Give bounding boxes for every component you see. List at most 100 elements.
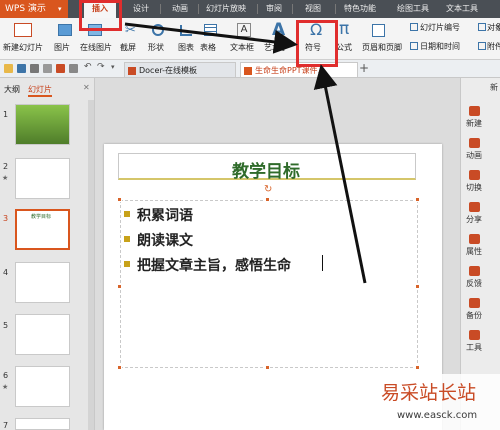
slide-thumbnail-3-selected[interactable]: 教学目标 [15,209,70,250]
new-button[interactable]: 新建 [461,106,487,129]
new-slide-icon [14,23,32,37]
bullet-item: 朗读课文 [137,233,193,249]
task-label: 分享 [466,215,482,224]
task-label: 备份 [466,311,482,320]
print-icon[interactable] [30,64,39,73]
object-button[interactable]: 对象 [487,22,500,33]
preview-icon[interactable] [43,64,52,73]
save-icon[interactable] [17,64,26,73]
slide-thumbnail-4[interactable] [15,262,70,303]
ppt-file-icon [244,67,252,75]
tab-view[interactable]: 视图 [305,0,321,18]
slide-thumbnail-7[interactable] [15,418,70,430]
task-label: 反馈 [466,279,482,288]
tab-animation[interactable]: 动画 [172,0,188,18]
tab-special-features[interactable]: 特色功能 [344,0,376,18]
attachment-button[interactable]: 附件 [487,41,500,52]
slide-thumbnail-1[interactable] [15,104,70,145]
slide-number: 4 [3,268,9,277]
watermark-url: www.easck.com [397,410,478,421]
header-footer-button[interactable]: 页眉和页脚 [362,42,402,53]
watermark-title: 易采站长站 [381,382,477,404]
bullet-icon [124,261,130,267]
animation-button[interactable]: 动画 [461,138,487,161]
formula-button[interactable]: 公式 [336,42,352,53]
tab-outline[interactable]: 大纲 [4,84,20,95]
tab-slides[interactable]: 幻灯片 [28,84,52,97]
menu-tab-bar: WPS 演示 ▾ 插入 设计 动画 幻灯片放映 审阅 视图 特色功能 绘图工具 … [0,0,500,18]
scrollbar[interactable] [88,100,94,430]
image-icon [58,24,72,36]
share-button[interactable]: 分享 [461,202,487,225]
transition-icon [468,170,480,180]
quick-access-bar: ↶ ↷ ▾ Docer-在线模板 生命生命PPT课件... + [0,60,500,78]
task-label: 新建 [466,119,482,128]
undo-icon[interactable]: ↶ [84,62,93,72]
properties-button[interactable]: 属性 [461,234,487,257]
slide-number: 6 [3,371,9,380]
task-label: 切换 [466,183,482,192]
slide-number: 7 [3,421,9,430]
content-textbox[interactable] [120,200,418,368]
feedback-button[interactable]: 反馈 [461,266,487,289]
bullet-item: 把握文章主旨，感悟生命 [137,258,291,274]
word-art-button[interactable]: 艺术字 [264,42,286,53]
slide-panel: 大纲 幻灯片 ✕ 1 2 ★ 3 教学目标 4 5 6 ★ 7 [0,78,95,430]
transition-button[interactable]: 切换 [461,170,487,193]
image-button[interactable]: 图片 [54,42,70,53]
slide-number: 5 [3,321,9,330]
rotate-handle-icon[interactable]: ↻ [264,184,272,195]
tab-drawing-tools[interactable]: 绘图工具 [397,0,429,18]
attachment-icon [478,42,486,50]
animation-icon [468,138,480,148]
screenshot-button[interactable]: 截屏 [120,42,136,53]
app-menu-chevron-down-icon[interactable]: ▾ [58,0,70,18]
add-tab-icon[interactable]: + [359,61,369,75]
feedback-icon [468,266,480,276]
doc-tab-label: 生命生命PPT课件... [255,66,326,75]
shape-button[interactable]: 形状 [148,42,164,53]
slide-thumbnail-2[interactable] [15,158,70,199]
folder-icon[interactable] [4,64,13,73]
highlight-insert-tab [79,0,122,31]
bullet-icon [124,236,130,242]
tab-text-tools[interactable]: 文本工具 [446,0,478,18]
slide-thumbnail-5[interactable] [15,314,70,355]
tab-design[interactable]: 设计 [133,0,149,18]
format-icon[interactable] [69,64,78,73]
slide-number: 1 [3,110,9,119]
scissors-icon: ✂ [125,23,136,38]
task-pane-tab[interactable]: 新 [490,82,498,93]
date-time-icon [410,42,418,50]
word-art-icon: A [272,20,286,40]
doc-tab-label: Docer-在线模板 [139,66,198,75]
tab-slideshow[interactable]: 幻灯片放映 [206,0,246,18]
pi-formula-icon: π [339,19,350,39]
header-footer-icon [372,24,385,37]
thumbnail-title: 教学目标 [31,214,52,220]
tab-review[interactable]: 审阅 [266,0,282,18]
bullet-item: 积累词语 [137,208,193,224]
online-image-button[interactable]: 在线图片 [80,42,112,53]
task-label: 属性 [466,247,482,256]
tab-docer-templates[interactable]: Docer-在线模板 [124,62,236,77]
textbox-icon: A [237,23,251,37]
task-label: 工具 [466,343,482,352]
dropdown-icon[interactable]: ▾ [111,63,120,72]
animation-star-icon: ★ [2,174,9,182]
table-button[interactable]: 表格 [200,42,216,53]
slide-number-button[interactable]: 幻灯片编号 [420,22,460,33]
paint-icon[interactable] [56,64,65,73]
slide-thumbnail-6[interactable] [15,366,70,407]
chart-button[interactable]: 图表 [178,42,194,53]
backup-icon [468,298,480,308]
backup-button[interactable]: 备份 [461,298,487,321]
new-slide-button[interactable]: 新建幻灯片 [3,42,43,53]
table-icon [204,24,217,36]
close-panel-icon[interactable]: ✕ [83,83,90,92]
redo-icon[interactable]: ↷ [97,62,106,72]
date-time-button[interactable]: 日期和时间 [420,41,460,52]
tools-button[interactable]: 工具 [461,330,487,353]
textbox-button[interactable]: 文本框 [230,42,254,53]
animation-star-icon: ★ [2,383,9,391]
